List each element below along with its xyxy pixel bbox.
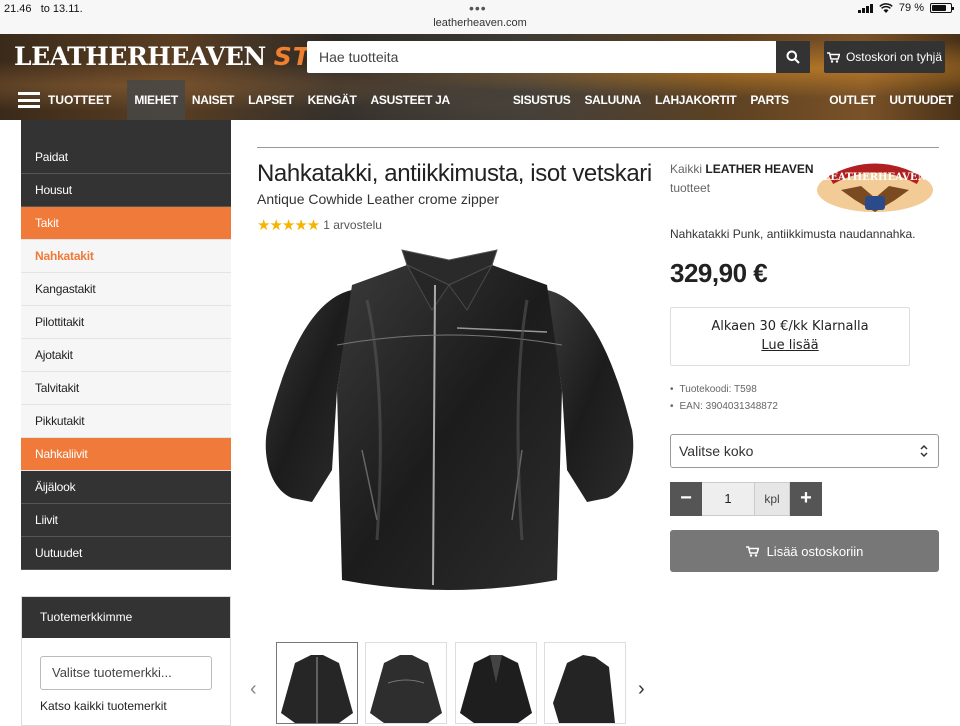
sidebar-item-pilottitakit[interactable]: Pilottitakit	[21, 306, 231, 339]
nav-item-naiset[interactable]: NAISET	[185, 80, 241, 120]
all-brands-link[interactable]: Katso kaikki tuotemerkit	[40, 699, 230, 713]
sidebar-item-nahkaliivit[interactable]: Nahkaliivit	[21, 438, 231, 471]
brands-box: Tuotemerkkimme Valitse tuotemerkki... Ka…	[21, 596, 231, 726]
sidebar-item-cropped[interactable]	[21, 120, 231, 141]
thumbnail-jacket-back	[370, 655, 442, 723]
nav-item-sisustus[interactable]: SISUSTUS	[506, 80, 578, 120]
category-sidebar: Paidat Housut Takit Nahkatakit Kangastak…	[21, 120, 231, 570]
nav-item-outlet[interactable]: OUTLET	[822, 80, 882, 120]
quantity-increase-button[interactable]: +	[790, 482, 822, 516]
quantity-unit: kpl	[754, 482, 790, 516]
more-dots-icon[interactable]: •••	[469, 0, 487, 16]
thumbnail-jacket-front	[281, 655, 353, 723]
status-icons: 79 %	[857, 2, 954, 14]
quantity-stepper: − 1 kpl +	[670, 482, 822, 516]
nav-item-kengat[interactable]: KENGÄT	[301, 80, 364, 120]
klarna-box: Alkaen 30 €/kk Klarnalla Lue lisää	[670, 307, 910, 366]
brand-logo-wordmark: LEATHERHEAVEN	[823, 172, 926, 183]
brand-logo-image: LEATHERHEAVEN	[817, 163, 933, 212]
status-bar: 21.46 to 13.11. ••• leatherheaven.com 79…	[0, 0, 960, 34]
quantity-input[interactable]: 1	[702, 482, 754, 516]
battery-icon	[930, 3, 954, 13]
thumbnail-strip: ‹ ›	[248, 640, 658, 724]
add-to-cart-label: Lisää ostoskoriin	[766, 543, 864, 559]
cart-label: Ostoskori on tyhjä	[845, 50, 943, 64]
star-icon: ★★★★★	[257, 217, 320, 234]
thumbnail-jacket-open	[460, 655, 532, 723]
sidebar-item-liivit[interactable]: Liivit	[21, 504, 231, 537]
product-main-image[interactable]	[257, 240, 642, 600]
nav-item-parts-europe[interactable]: PARTS EUROPE	[743, 80, 822, 120]
size-select[interactable]: Valitse koko	[670, 434, 939, 468]
nav-item-uutuudet[interactable]: UUTUUDET	[882, 80, 960, 120]
chevron-right-icon[interactable]: ›	[638, 678, 645, 701]
search-input[interactable]	[307, 41, 777, 73]
quantity-decrease-button[interactable]: −	[670, 482, 702, 516]
address-bar-url[interactable]: leatherheaven.com	[0, 17, 960, 29]
brand-select[interactable]: Valitse tuotemerkki...	[40, 656, 212, 690]
sidebar-item-uutuudet[interactable]: Uutuudet	[21, 537, 231, 570]
nav-item-lapset[interactable]: LAPSET	[241, 80, 301, 120]
product-description: Nahkatakki Punk, antiikkimusta naudannah…	[670, 227, 916, 241]
review-count[interactable]: 1 arvostelu	[323, 218, 382, 232]
wifi-icon	[879, 2, 893, 13]
klarna-read-more-link[interactable]: Lue lisää	[671, 338, 909, 353]
cart-button[interactable]: Ostoskori on tyhjä	[824, 41, 945, 73]
sidebar-item-kangastakit[interactable]: Kangastakit	[21, 273, 231, 306]
chevron-left-icon[interactable]: ‹	[250, 678, 257, 701]
cart-icon	[826, 51, 840, 63]
signal-icon	[857, 3, 873, 13]
brands-title: Tuotemerkkimme	[22, 597, 230, 638]
cart-icon	[745, 545, 759, 557]
sidebar-item-pikkutakit[interactable]: Pikkutakit	[21, 405, 231, 438]
thumbnail-4[interactable]	[544, 642, 626, 724]
products-menu-button[interactable]: TUOTTEET	[0, 80, 127, 120]
search-icon	[786, 50, 800, 64]
sidebar-item-talvitakit[interactable]: Talvitakit	[21, 372, 231, 405]
hamburger-icon	[18, 92, 40, 108]
product-subtitle: Antique Cowhide Leather crome zipper	[257, 191, 500, 207]
sidebar-item-takit[interactable]: Takit	[21, 207, 231, 240]
jacket-image	[265, 249, 634, 590]
sidebar-item-paidat[interactable]: Paidat	[21, 141, 231, 174]
site-header: LEATHERHEAVENSTORE Ostoskori on tyhjä TU…	[0, 34, 960, 120]
product-title: Nahkatakki, antiikkimusta, isot vetskari	[257, 160, 652, 187]
sidebar-item-ajotakit[interactable]: Ajotakit	[21, 339, 231, 372]
search-button[interactable]	[776, 41, 810, 73]
sidebar-item-housut[interactable]: Housut	[21, 174, 231, 207]
nav-item-saluuna[interactable]: SALUUNA	[577, 80, 648, 120]
klarna-offer: Alkaen 30 €/kk Klarnalla	[711, 319, 869, 334]
thumbnail-2[interactable]	[365, 642, 447, 724]
product-meta: Tuotekoodi: T598 EAN: 3904031348872	[670, 381, 778, 415]
main-nav: TUOTTEET MIEHET NAISET LAPSET KENGÄT ASU…	[0, 80, 960, 120]
nav-item-miehet[interactable]: MIEHET	[127, 80, 185, 120]
status-time: 21.46 to 13.11.	[4, 3, 83, 15]
chevron-updown-icon	[919, 435, 929, 470]
add-to-cart-button[interactable]: Lisää ostoskoriin	[670, 530, 939, 572]
breadcrumb	[257, 120, 939, 148]
thumbnail-3[interactable]	[455, 642, 537, 724]
brand-logo[interactable]: LEATHERHEAVEN	[811, 160, 939, 218]
battery-percent: 79 %	[898, 2, 924, 14]
product-code: Tuotekoodi: T598	[670, 381, 778, 398]
sidebar-item-aijalook[interactable]: Äijälook	[21, 471, 231, 504]
product-ean: EAN: 3904031348872	[670, 398, 778, 415]
nav-item-lahjakortit[interactable]: LAHJAKORTIT	[648, 80, 743, 120]
search-box	[307, 41, 777, 73]
sidebar-item-nahkatakit[interactable]: Nahkatakit	[21, 240, 231, 273]
size-select-label: Valitse koko	[679, 443, 754, 459]
thumbnail-jacket-side	[553, 655, 615, 723]
product-rating[interactable]: ★★★★★ 1 arvostelu	[257, 216, 382, 234]
thumbnail-1[interactable]	[276, 642, 358, 724]
product-price: 329,90 €	[670, 258, 768, 288]
nav-item-asusteet[interactable]: ASUSTEET JA OHEISTUOTTEET	[364, 80, 506, 120]
